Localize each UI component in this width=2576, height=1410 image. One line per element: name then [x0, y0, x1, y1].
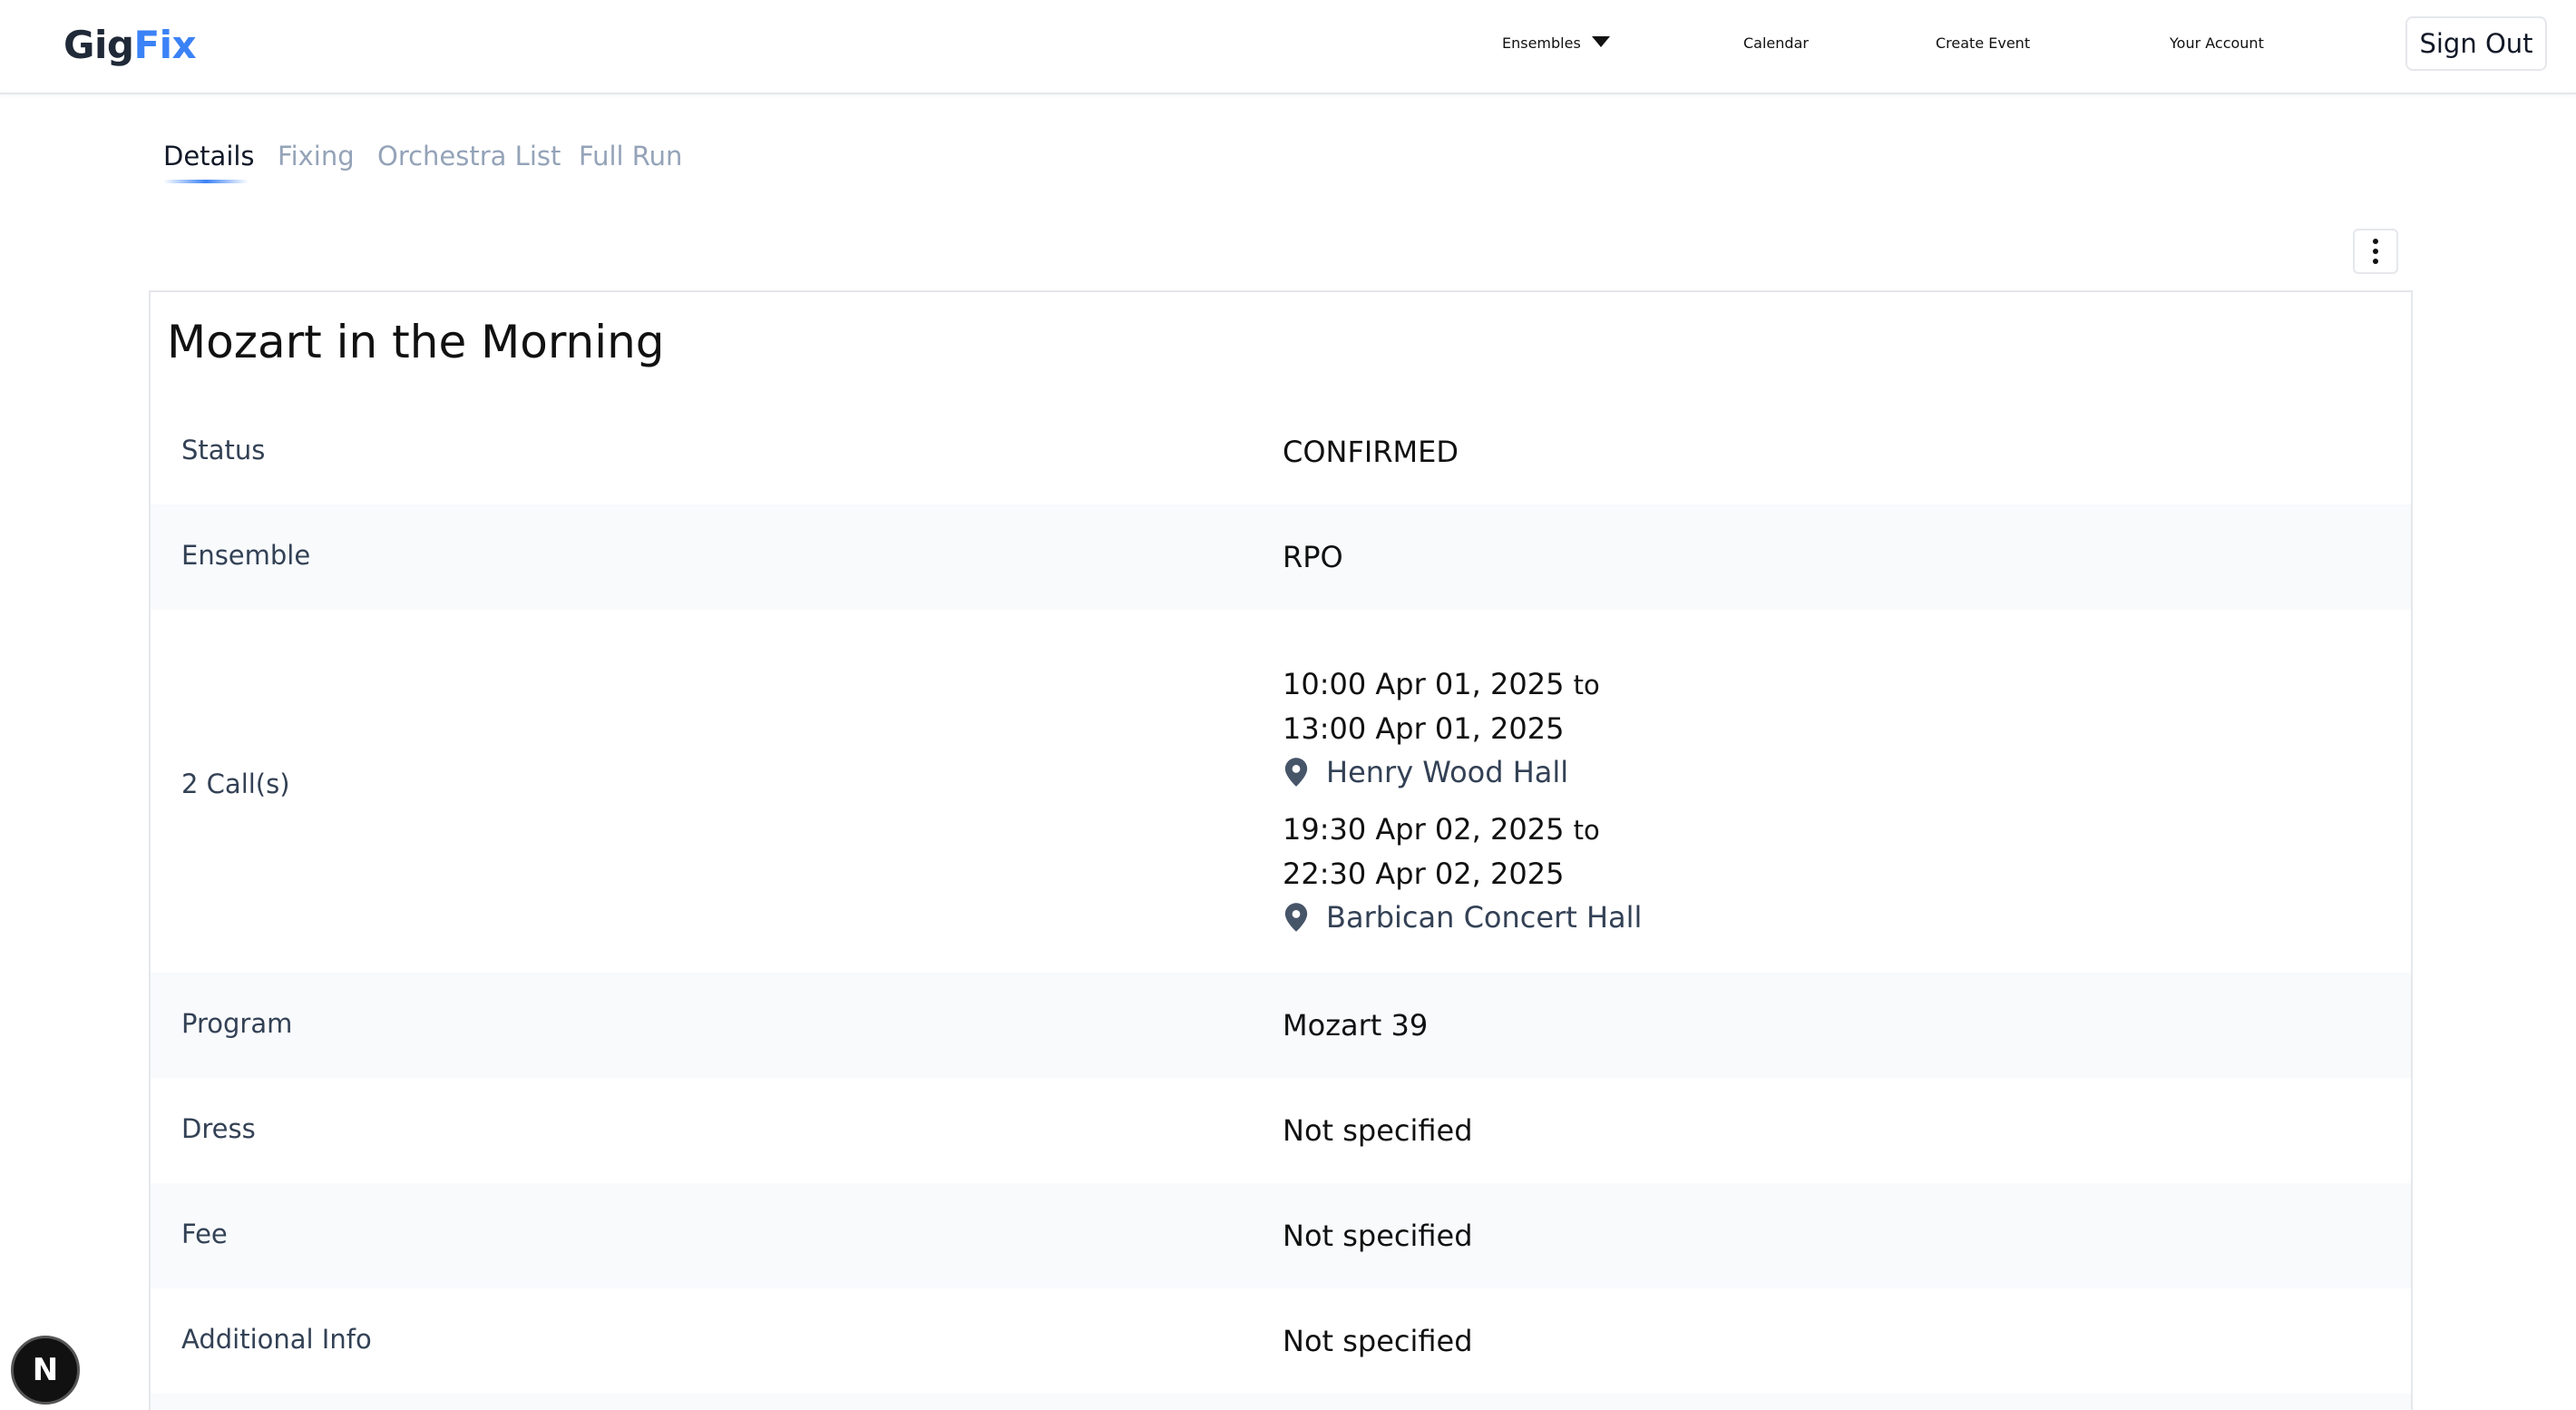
- additional-info-label: Additional Info: [181, 1324, 372, 1355]
- logo-text-gig: Gig: [63, 23, 134, 67]
- call-item: 10:00 Apr 01, 2025 to 13:00 Apr 01, 2025…: [1283, 662, 1600, 794]
- call-end: 22:30 Apr 02, 2025: [1283, 857, 1565, 891]
- tab-orchestra-list[interactable]: Orchestra List: [377, 138, 561, 174]
- nav-your-account-link[interactable]: Your Account: [2170, 25, 2264, 62]
- ensemble-value: RPO: [1283, 540, 1343, 574]
- call-start: 10:00 Apr 01, 2025 to: [1283, 667, 1600, 701]
- fee-label: Fee: [181, 1219, 228, 1249]
- call-venue[interactable]: Henry Wood Hall: [1283, 750, 1600, 794]
- tab-full-run[interactable]: Full Run: [579, 138, 682, 174]
- detail-row-dress: Dress Not specified: [151, 1078, 2411, 1183]
- nav-ensembles-dropdown[interactable]: Ensembles: [1502, 25, 1610, 62]
- status-value: CONFIRMED: [1283, 435, 1459, 469]
- detail-row-partial: [151, 1394, 2411, 1410]
- call-item: 19:30 Apr 02, 2025 to 22:30 Apr 02, 2025…: [1283, 808, 1642, 939]
- active-tab-indicator: [163, 180, 249, 183]
- ensemble-label: Ensemble: [181, 540, 311, 571]
- event-options-menu-button[interactable]: [2353, 229, 2398, 274]
- nextjs-dev-badge[interactable]: N: [11, 1336, 80, 1405]
- program-label: Program: [181, 1008, 293, 1039]
- tab-fixing[interactable]: Fixing: [278, 138, 355, 174]
- detail-row-fee: Fee Not specified: [151, 1183, 2411, 1288]
- call-venue[interactable]: Barbican Concert Hall: [1283, 896, 1642, 939]
- caret-down-icon: [1591, 35, 1610, 47]
- gigfix-logo[interactable]: GigFix: [63, 20, 197, 71]
- detail-row-ensemble: Ensemble RPO: [151, 504, 2411, 610]
- detail-row-program: Program Mozart 39: [151, 973, 2411, 1078]
- nav-calendar-link[interactable]: Calendar: [1743, 25, 1809, 62]
- location-pin-icon: [1284, 758, 1308, 787]
- location-pin-icon: [1284, 903, 1308, 932]
- fee-value: Not specified: [1283, 1219, 1473, 1253]
- detail-row-calls: 2 Call(s) 10:00 Apr 01, 2025 to 13:00 Ap…: [151, 610, 2411, 973]
- nav-ensembles-label: Ensembles: [1502, 34, 1581, 52]
- calls-label: 2 Call(s): [181, 769, 290, 799]
- call-start: 19:30 Apr 02, 2025 to: [1283, 812, 1600, 847]
- dress-label: Dress: [181, 1113, 256, 1144]
- event-title: Mozart in the Morning: [167, 316, 665, 368]
- sign-out-button[interactable]: Sign Out: [2405, 16, 2547, 71]
- detail-row-additional-info: Additional Info Not specified: [151, 1288, 2411, 1394]
- dress-value: Not specified: [1283, 1113, 1473, 1148]
- program-value: Mozart 39: [1283, 1008, 1429, 1043]
- event-details-card: Mozart in the Morning Status CONFIRMED E…: [149, 290, 2413, 1410]
- logo-text-fix: Fix: [133, 23, 197, 67]
- kebab-menu-icon: [2373, 239, 2378, 244]
- call-end: 13:00 Apr 01, 2025: [1283, 711, 1565, 746]
- top-navbar: GigFix Ensembles Calendar Create Event Y…: [0, 0, 2576, 94]
- detail-row-status: Status CONFIRMED: [151, 399, 2411, 504]
- additional-info-value: Not specified: [1283, 1324, 1473, 1358]
- tab-details[interactable]: Details: [163, 138, 255, 174]
- status-label: Status: [181, 435, 266, 465]
- nav-create-event-link[interactable]: Create Event: [1936, 25, 2030, 62]
